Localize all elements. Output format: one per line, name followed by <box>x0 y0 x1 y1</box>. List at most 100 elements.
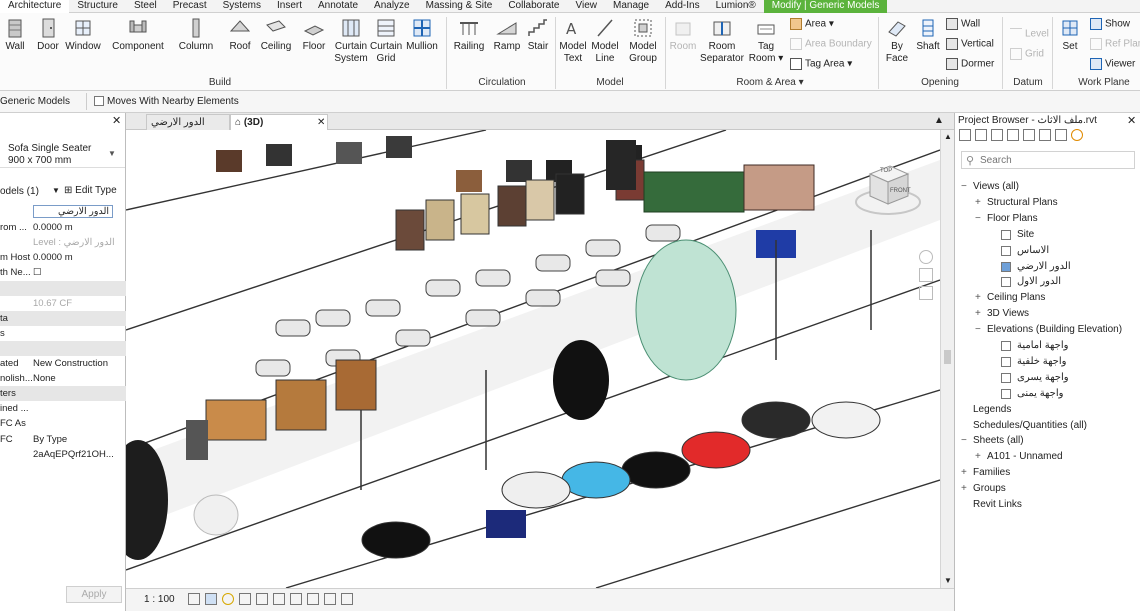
steering-wheel-icon[interactable] <box>919 250 933 264</box>
3d-viewport[interactable]: TOP FRONT <box>126 130 940 588</box>
vertical-opening-button[interactable]: Vertical <box>946 38 994 50</box>
ceiling-button[interactable]: Ceiling <box>258 17 294 53</box>
tab-insert[interactable]: Insert <box>269 0 310 13</box>
grid-button[interactable]: Grid <box>1010 48 1044 60</box>
detail-level-icon[interactable] <box>188 593 200 605</box>
shadows-icon[interactable] <box>239 593 251 605</box>
property-row[interactable]: الدور الارضي <box>0 205 126 220</box>
tab-modify-generic-models[interactable]: Modify | Generic Models <box>763 0 888 13</box>
tab-view[interactable]: View <box>567 0 605 13</box>
collapse-icon[interactable]: − <box>975 324 981 335</box>
set-button[interactable]: Set <box>1056 17 1084 53</box>
model-group-button[interactable]: Model Group <box>624 17 662 65</box>
home-icon[interactable] <box>959 129 971 141</box>
property-row[interactable]: nolish... None <box>0 371 126 386</box>
tab-add-ins[interactable]: Add-Ins <box>657 0 707 13</box>
wall-button[interactable]: Wall <box>2 17 28 53</box>
lock-icon[interactable] <box>307 593 319 605</box>
model-text-button[interactable]: A Model Text <box>558 17 588 65</box>
ramp-button[interactable]: Ramp <box>491 17 523 53</box>
tab-massing-site[interactable]: Massing & Site <box>418 0 501 13</box>
column-button[interactable]: Column <box>176 17 216 53</box>
show-button[interactable]: Show <box>1090 18 1130 30</box>
instance-filter-dropdown[interactable]: odels (1) <box>0 186 39 197</box>
tab-structure[interactable]: Structure <box>69 0 126 13</box>
scroll-thumb[interactable] <box>944 350 951 364</box>
revit-links-icon[interactable] <box>1071 129 1083 141</box>
tab-architecture[interactable]: Architecture <box>0 0 70 13</box>
crop-icon[interactable] <box>273 593 285 605</box>
expand-icon[interactable]: + <box>975 451 981 462</box>
shaft-button[interactable]: Shaft <box>914 17 942 53</box>
area-boundary-button[interactable]: Area Boundary <box>790 38 872 50</box>
wall-opening-button[interactable]: Wall <box>946 18 980 30</box>
show-crop-icon[interactable] <box>290 593 302 605</box>
apply-button[interactable]: Apply <box>66 586 122 603</box>
scroll-down-icon[interactable]: ▼ <box>944 576 952 585</box>
property-row[interactable]: ta <box>0 310 126 326</box>
tag-room-button[interactable]: Tag Room ▾ <box>748 17 784 65</box>
tab-menu-icon[interactable]: ▲ <box>934 115 944 126</box>
sheets-icon[interactable] <box>991 129 1003 141</box>
property-row[interactable] <box>0 280 126 296</box>
tab-steel[interactable]: Steel <box>126 0 165 13</box>
tab-analyze[interactable]: Analyze <box>366 0 418 13</box>
sun-path-icon[interactable] <box>222 593 234 605</box>
property-row[interactable]: 10.67 CF <box>0 296 126 311</box>
property-row[interactable]: m Host 0.0000 m <box>0 250 126 265</box>
by-face-button[interactable]: By Face <box>882 17 912 65</box>
level-button[interactable]: Level <box>1010 28 1049 40</box>
visual-style-icon[interactable] <box>205 593 217 605</box>
view-scale[interactable]: 1 : 100 <box>144 594 175 605</box>
expand-icon[interactable]: + <box>961 467 967 478</box>
property-row[interactable]: ated New Construction <box>0 356 126 371</box>
property-row[interactable]: FC By Type <box>0 432 126 447</box>
viewcube[interactable]: TOP FRONT <box>852 160 922 220</box>
property-row[interactable]: rom ... 0.0000 m <box>0 220 126 235</box>
type-selector[interactable]: Sofa Single Seater 900 x 700 mm ▼ <box>0 128 125 168</box>
hide-isolate-icon[interactable] <box>324 593 336 605</box>
roof-button[interactable]: Roof <box>226 17 254 53</box>
links-icon[interactable] <box>1055 129 1067 141</box>
close-icon[interactable]: ✕ <box>317 115 325 130</box>
property-row[interactable]: FC As <box>0 416 126 431</box>
property-row[interactable]: s <box>0 326 126 341</box>
expand-icon[interactable]: + <box>975 292 981 303</box>
collapse-icon[interactable]: − <box>961 181 967 192</box>
search-box[interactable]: ⚲ <box>961 151 1135 169</box>
scroll-up-icon[interactable]: ▲ <box>944 132 952 141</box>
edit-type-button[interactable]: ⊞ Edit Type <box>64 185 117 196</box>
floor-button[interactable]: Floor <box>298 17 330 53</box>
tab-ground-floor[interactable]: الدور الارضي ✕ <box>146 114 249 130</box>
curtain-system-button[interactable]: Curtain System <box>333 17 369 65</box>
viewport-scrollbar[interactable]: ▲ ▼ <box>940 130 954 588</box>
model-line-button[interactable]: Model Line <box>590 17 620 65</box>
curtain-grid-button[interactable]: Curtain Grid <box>370 17 402 65</box>
schedules-icon[interactable] <box>1007 129 1019 141</box>
search-input[interactable] <box>980 153 1130 167</box>
pan-icon[interactable] <box>919 286 933 300</box>
dormer-button[interactable]: Dormer <box>946 58 994 70</box>
expand-icon[interactable]: + <box>975 308 981 319</box>
component-button[interactable]: Component <box>108 17 168 53</box>
room-separator-button[interactable]: Room Separator <box>700 17 744 65</box>
area-button[interactable]: Area ▾ <box>790 18 834 30</box>
close-icon[interactable]: ✕ <box>112 114 121 127</box>
families-icon[interactable] <box>1023 129 1035 141</box>
moves-with-checkbox[interactable] <box>94 96 104 106</box>
property-row[interactable]: ters <box>0 386 126 402</box>
views-icon[interactable] <box>975 129 987 141</box>
expand-icon[interactable]: + <box>961 483 967 494</box>
mullion-button[interactable]: Mullion <box>404 17 440 53</box>
groups-icon[interactable] <box>1039 129 1051 141</box>
ref-plane-button[interactable]: Ref Plane <box>1090 38 1140 50</box>
property-row[interactable]: th Ne... ☐ <box>0 265 126 280</box>
tab-annotate[interactable]: Annotate <box>310 0 366 13</box>
door-button[interactable]: Door <box>34 17 62 53</box>
railing-button[interactable]: Railing <box>452 17 486 53</box>
tab-lumion[interactable]: Lumion® <box>708 0 764 13</box>
collapse-icon[interactable]: − <box>975 213 981 224</box>
property-row[interactable] <box>0 340 126 356</box>
tab-manage[interactable]: Manage <box>605 0 657 13</box>
close-icon[interactable]: ✕ <box>1127 114 1136 127</box>
